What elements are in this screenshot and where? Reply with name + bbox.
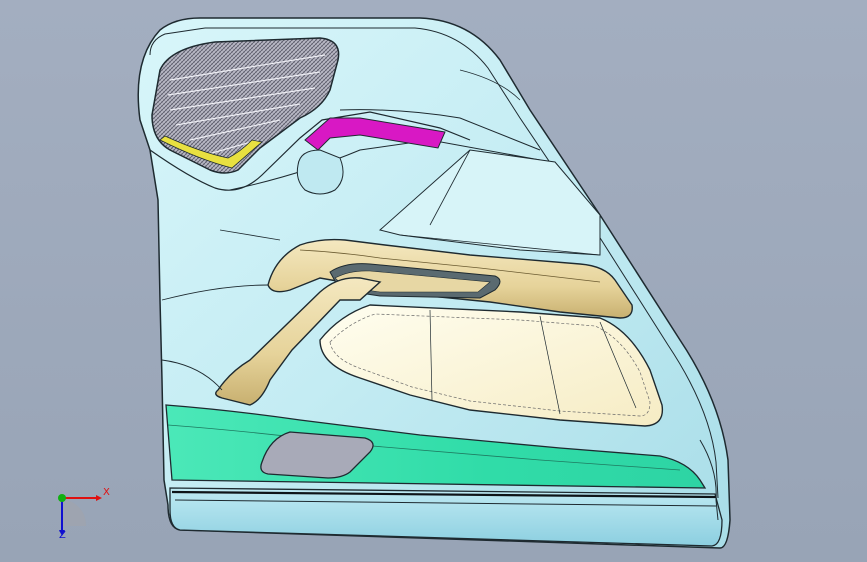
triad-graphic <box>58 494 102 536</box>
coordinate-triad: X Z <box>48 480 110 542</box>
z-axis-label: Z <box>59 530 66 541</box>
door-pull-cup[interactable] <box>296 149 344 195</box>
x-axis-label: X <box>103 487 110 498</box>
cad-viewport[interactable]: X Z <box>0 0 867 562</box>
x-axis-arrow-icon <box>96 495 102 501</box>
door-panel-model[interactable] <box>0 0 867 562</box>
y-axis-dot-icon <box>58 494 66 502</box>
triad-plane-shade <box>62 498 86 526</box>
